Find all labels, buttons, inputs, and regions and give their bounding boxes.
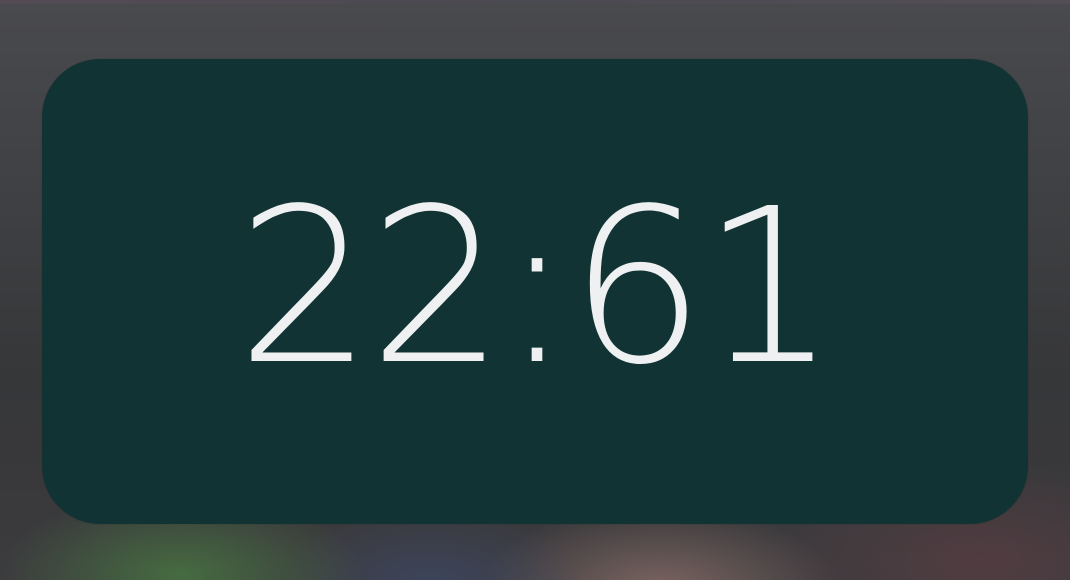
clock-time: 22:61 <box>236 162 838 412</box>
wallpaper-top-edge <box>0 0 1070 4</box>
clock-widget[interactable]: 22:61 <box>42 59 1028 524</box>
